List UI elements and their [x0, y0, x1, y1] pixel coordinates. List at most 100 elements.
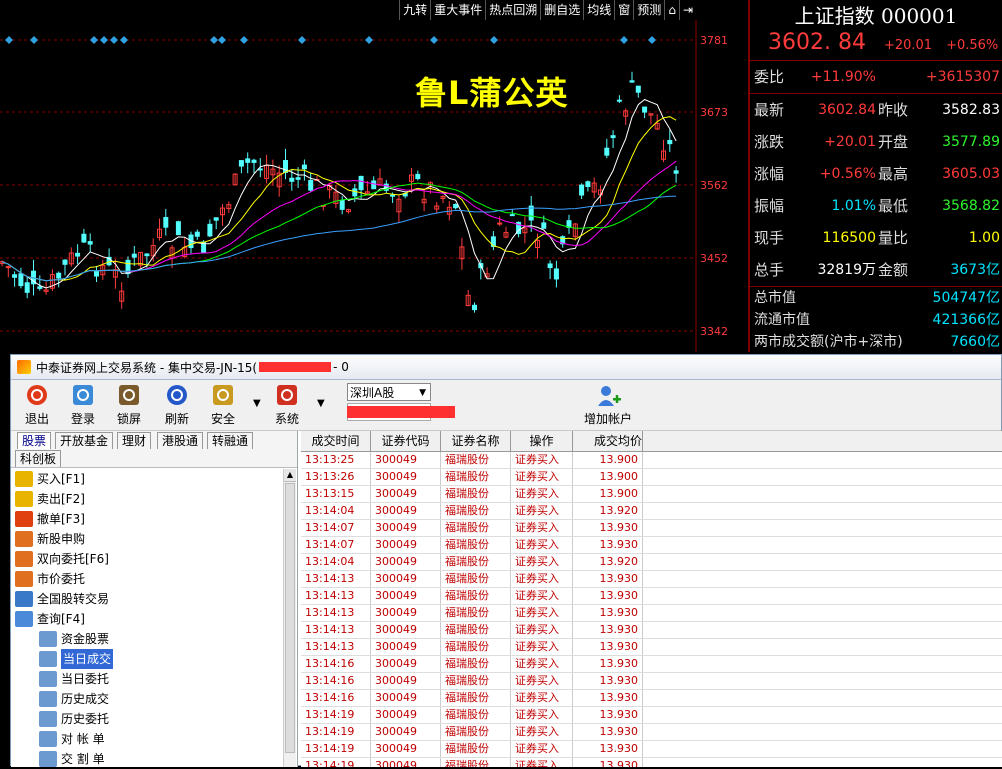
lock-screen-button[interactable]: 锁屏 [109, 384, 149, 427]
event-marker[interactable] [648, 36, 656, 44]
tree-item[interactable]: 全国股转交易 [11, 589, 283, 609]
table-row[interactable]: 13:14:04 300049 福瑞股份 证券买入 13.920 [301, 503, 1002, 520]
table-row[interactable]: 13:14:16 300049 福瑞股份 证券买入 13.930 [301, 690, 1002, 707]
tree-item[interactable]: 买入[F1] [11, 469, 283, 489]
exit-button[interactable]: 退出 [17, 384, 57, 427]
trading-window[interactable]: 中泰证券网上交易系统 - 集中交易-JN-15( - 0 退出 登录 锁屏 刷新 安全 系… [10, 354, 1002, 767]
collapse-icon[interactable]: ⇥ [678, 0, 696, 20]
table-row[interactable]: 13:13:15 300049 福瑞股份 证券买入 13.900 [301, 486, 1002, 503]
table-row[interactable]: 13:14:13 300049 福瑞股份 证券买入 13.930 [301, 571, 1002, 588]
event-marker[interactable] [490, 36, 498, 44]
row-filler [643, 605, 1002, 621]
table-row[interactable]: 13:14:13 300049 福瑞股份 证券买入 13.930 [301, 605, 1002, 622]
security-dropdown-icon[interactable]: ▼ [253, 398, 261, 409]
tree-item[interactable]: 双向委托[F6] [11, 549, 283, 569]
market-select[interactable]: 深圳A股 ▼ [347, 383, 431, 401]
scroll-up-icon[interactable]: ▲ [284, 469, 296, 482]
tree-item[interactable]: 卖出[F2] [11, 489, 283, 509]
nav-scrollbar[interactable]: ▲ [283, 469, 296, 767]
stat-value: +0.56% [819, 166, 876, 182]
scroll-thumb[interactable] [285, 483, 295, 753]
event-marker[interactable] [110, 36, 118, 44]
add-account-button[interactable]: 增加帐户 [581, 384, 635, 427]
event-marker[interactable] [240, 36, 248, 44]
table-row[interactable]: 13:14:16 300049 福瑞股份 证券买入 13.930 [301, 656, 1002, 673]
tree-item[interactable]: 交 割 单 [11, 749, 283, 769]
index-stats: 委比 +11.90% +3615307 最新 3602.84 昨收 3582.83 涨跌 +20… [750, 61, 1002, 286]
market-order-icon [15, 571, 33, 587]
table-row[interactable]: 13:13:26 300049 福瑞股份 证券买入 13.900 [301, 469, 1002, 486]
nav-tab[interactable]: 港股通 [157, 432, 204, 449]
tree-item[interactable]: 对 帐 单 [11, 729, 283, 749]
column-header[interactable]: 成交均价 [573, 431, 643, 451]
candle-body [12, 274, 18, 278]
chart-tool-1[interactable]: 重大事件 [430, 0, 485, 20]
tree-item[interactable]: 历史成交 [11, 689, 283, 709]
nav-tab[interactable]: 转融通 [207, 432, 254, 449]
table-row[interactable]: 13:13:25 300049 福瑞股份 证券买入 13.900 [301, 452, 1002, 469]
tree-item[interactable]: 查询[F4] [11, 609, 283, 629]
window-title-bar[interactable]: 中泰证券网上交易系统 - 集中交易-JN-15( - 0 [11, 355, 1001, 380]
kline-chart[interactable]: 3781 3673 3562 3452 3342 [0, 0, 748, 352]
chart-tool-0[interactable]: 九转 [399, 0, 430, 20]
function-nav: 股票 开放基金 理财 港股通 转融通科创板 买入[F1] 卖出[F2] 撤单[F3] 新股申购… [11, 431, 298, 767]
table-row[interactable]: 13:14:04 300049 福瑞股份 证券买入 13.920 [301, 554, 1002, 571]
table-row[interactable]: 13:14:13 300049 福瑞股份 证券买入 13.930 [301, 622, 1002, 639]
event-marker[interactable] [218, 36, 226, 44]
event-marker[interactable] [298, 36, 306, 44]
security-button[interactable]: 安全 [203, 384, 243, 427]
nav-tab[interactable]: 开放基金 [55, 432, 114, 449]
table-row[interactable]: 13:14:19 300049 福瑞股份 证券买入 13.930 [301, 724, 1002, 741]
chart-tool-6[interactable]: 预测 [633, 0, 664, 20]
system-dropdown-icon[interactable]: ▼ [317, 398, 325, 409]
event-marker[interactable] [30, 36, 38, 44]
chart-tool-4[interactable]: 均线 [583, 0, 614, 20]
candle-body [238, 160, 244, 167]
table-cell: 13:14:04 [301, 503, 371, 519]
table-cell: 13.930 [573, 520, 643, 536]
nav-tab[interactable]: 股票 [17, 432, 52, 449]
table-cell: 证券买入 [511, 690, 573, 706]
lock-icon[interactable]: ⌂ [664, 0, 679, 20]
table-row[interactable]: 13:14:07 300049 福瑞股份 证券买入 13.930 [301, 520, 1002, 537]
tree-item[interactable]: 当日委托 [11, 669, 283, 689]
tree-item[interactable]: 撤单[F3] [11, 509, 283, 529]
doc-icon [39, 671, 57, 687]
system-button[interactable]: 系统 [267, 384, 307, 427]
column-header[interactable]: 操作 [511, 431, 573, 451]
event-marker[interactable] [5, 36, 13, 44]
table-cell: 证券买入 [511, 673, 573, 689]
column-header[interactable]: 证券代码 [371, 431, 441, 451]
event-marker[interactable] [620, 36, 628, 44]
column-header[interactable]: 证券名称 [441, 431, 511, 451]
table-row[interactable]: 13:14:19 300049 福瑞股份 证券买入 13.930 [301, 707, 1002, 724]
chart-tool-5[interactable]: 窗 [614, 0, 633, 20]
login-button[interactable]: 登录 [63, 384, 103, 427]
stat-label-2: 金额 [878, 261, 909, 279]
event-marker[interactable] [90, 36, 98, 44]
nav-tab[interactable]: 科创板 [15, 450, 62, 467]
event-marker[interactable] [210, 36, 218, 44]
tree-item[interactable]: 资金股票 [11, 629, 283, 649]
tree-item[interactable]: 历史委托 [11, 709, 283, 729]
chart-tool-2[interactable]: 热点回溯 [485, 0, 540, 20]
row-filler [643, 486, 1002, 502]
event-marker[interactable] [365, 36, 373, 44]
nav-tab[interactable]: 理财 [117, 432, 152, 449]
kline-chart-panel[interactable]: 3781 3673 3562 3452 3342 九转 重大事件 热点回溯 删自选 均线窗预测 ⌂… [0, 0, 748, 352]
table-row[interactable]: 13:14:13 300049 福瑞股份 证券买入 13.930 [301, 639, 1002, 656]
event-marker[interactable] [100, 36, 108, 44]
column-header[interactable]: 成交时间 [301, 431, 371, 451]
tree-item[interactable]: 当日成交 [11, 649, 283, 669]
tree-item[interactable]: 新股申购 [11, 529, 283, 549]
table-row[interactable]: 13:14:19 300049 福瑞股份 证券买入 13.930 [301, 741, 1002, 758]
table-row[interactable]: 13:14:16 300049 福瑞股份 证券买入 13.930 [301, 673, 1002, 690]
tree-item[interactable]: 市价委托 [11, 569, 283, 589]
event-marker[interactable] [430, 36, 438, 44]
event-marker[interactable] [120, 36, 128, 44]
table-row[interactable]: 13:14:07 300049 福瑞股份 证券买入 13.930 [301, 537, 1002, 554]
chart-tool-3[interactable]: 删自选 [540, 0, 583, 20]
row-filler [643, 503, 1002, 519]
refresh-button[interactable]: 刷新 [157, 384, 197, 427]
table-row[interactable]: 13:14:13 300049 福瑞股份 证券买入 13.930 [301, 588, 1002, 605]
